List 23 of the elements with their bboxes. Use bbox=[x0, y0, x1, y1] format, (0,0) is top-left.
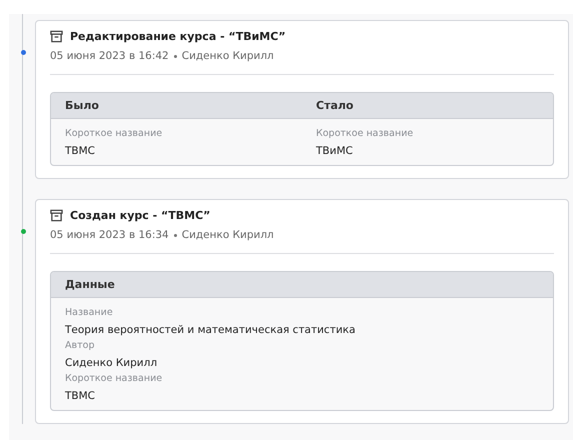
column-header: Стало bbox=[315, 98, 354, 114]
event-title: Редактирование курса - “ТВиМС” bbox=[70, 30, 286, 43]
field-label: Название bbox=[65, 307, 114, 318]
event-author: Сиденко Кирилл bbox=[182, 229, 274, 241]
column-header: Данные bbox=[64, 277, 116, 293]
field-label: Автор bbox=[65, 340, 96, 351]
separator-dot-icon bbox=[174, 234, 177, 236]
archive-icon bbox=[50, 30, 63, 43]
field-value: ТВиМС bbox=[316, 145, 354, 157]
archive-icon bbox=[50, 209, 63, 222]
event-date: 05 июня 2023 в 16:42 bbox=[50, 50, 169, 62]
field-value: Сиденко Кирилл bbox=[65, 357, 158, 369]
field-label: Короткое название bbox=[65, 128, 164, 139]
field-label: Короткое название bbox=[316, 128, 414, 139]
event-date: 05 июня 2023 в 16:34 bbox=[50, 229, 169, 241]
field-value: ТВМС bbox=[65, 390, 96, 402]
separator-dot-icon bbox=[174, 54, 177, 58]
field-value: ТВМС bbox=[65, 145, 96, 157]
event-author: Сиденко Кирилл bbox=[182, 50, 274, 62]
event-title: Создан курс - “ТВМС” bbox=[70, 209, 210, 222]
column-header: Было bbox=[64, 98, 100, 114]
field-value: Теория вероятностей и математическая статистика bbox=[65, 324, 356, 336]
field-label: Короткое название bbox=[65, 373, 164, 384]
